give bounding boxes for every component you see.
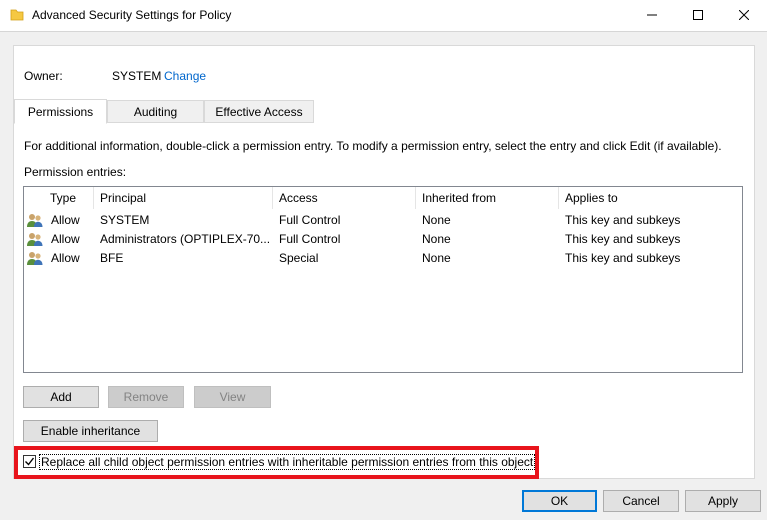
entry-inherited-from: None [422, 232, 451, 246]
entry-inherited-from: None [422, 213, 451, 227]
table-row[interactable]: Allow SYSTEM Full Control None This key … [24, 211, 742, 230]
ok-button[interactable]: OK [522, 490, 597, 512]
apply-button[interactable]: Apply [685, 490, 761, 512]
title-bar: Advanced Security Settings for Policy [0, 0, 767, 31]
entry-type: Allow [51, 232, 80, 246]
entry-applies-to: This key and subkeys [565, 251, 681, 265]
column-header-principal[interactable]: Principal [94, 187, 273, 209]
info-text: For additional information, double-click… [24, 139, 722, 153]
entry-inherited-from: None [422, 251, 451, 265]
owner-label: Owner: [24, 69, 63, 83]
column-header-type[interactable]: Type [44, 187, 94, 209]
close-icon [738, 9, 750, 23]
entry-type: Allow [51, 251, 80, 265]
permission-entries-list[interactable]: Type Principal Access Inherited from App… [23, 186, 743, 373]
folder-icon [10, 8, 24, 22]
entry-access: Full Control [279, 232, 341, 246]
table-row[interactable]: Allow Administrators (OPTIPLEX-70... Ful… [24, 230, 742, 249]
entry-principal: Administrators (OPTIPLEX-70... [100, 232, 270, 246]
close-button[interactable] [721, 0, 767, 31]
cancel-button[interactable]: Cancel [603, 490, 679, 512]
minimize-icon [647, 9, 657, 23]
add-button[interactable]: Add [23, 386, 99, 408]
window-title: Advanced Security Settings for Policy [32, 8, 232, 22]
owner-value: SYSTEM [112, 69, 162, 83]
maximize-button[interactable] [675, 0, 721, 31]
remove-button[interactable]: Remove [108, 386, 184, 408]
column-header-inherited-from[interactable]: Inherited from [416, 187, 559, 209]
entry-principal: SYSTEM [100, 213, 150, 227]
users-icon [26, 250, 44, 267]
maximize-icon [693, 9, 703, 23]
advanced-security-window: Advanced Security Settings for Policy Ow… [0, 0, 767, 520]
enable-inheritance-button[interactable]: Enable inheritance [23, 420, 158, 442]
column-header-access[interactable]: Access [273, 187, 416, 209]
permission-entries-label: Permission entries: [24, 165, 127, 179]
replace-child-permissions-label[interactable]: Replace all child object permission entr… [39, 454, 536, 470]
view-button[interactable]: View [194, 386, 271, 408]
entry-applies-to: This key and subkeys [565, 213, 681, 227]
table-row[interactable]: Allow BFE Special None This key and subk… [24, 249, 742, 268]
entry-applies-to: This key and subkeys [565, 232, 681, 246]
entry-access: Full Control [279, 213, 341, 227]
entry-principal: BFE [100, 251, 124, 265]
tab-effective-access[interactable]: Effective Access [204, 100, 314, 123]
minimize-button[interactable] [629, 0, 675, 31]
column-header-applies-to[interactable]: Applies to [559, 187, 742, 209]
replace-child-permissions-checkbox[interactable] [23, 455, 36, 468]
change-owner-link[interactable]: Change [164, 69, 206, 83]
tab-auditing[interactable]: Auditing [107, 100, 204, 123]
entry-type: Allow [51, 213, 80, 227]
users-icon [26, 212, 44, 229]
tab-permissions[interactable]: Permissions [14, 99, 107, 124]
entry-access: Special [279, 251, 319, 265]
users-icon [26, 231, 44, 248]
checkmark-icon [24, 456, 35, 467]
